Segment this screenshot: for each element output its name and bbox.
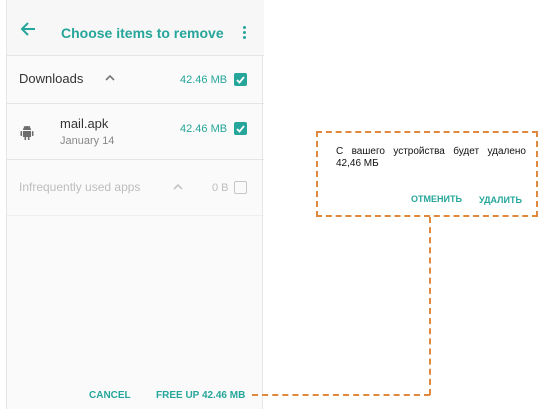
infrequent-apps-group-row[interactable]: Infrequently used apps 0 B	[7, 160, 264, 216]
apk-name: mail.apk	[60, 116, 109, 131]
downloads-checkbox[interactable]	[234, 73, 247, 86]
dialog-message: С вашего устройства будет удалено 42,46 …	[336, 146, 526, 169]
dialog-delete-button[interactable]: УДАЛИТЬ	[479, 195, 522, 205]
more-vert-icon[interactable]	[243, 26, 247, 40]
infrequent-size: 0 B	[212, 182, 229, 194]
infrequent-label: Infrequently used apps	[19, 180, 141, 194]
phone-screen: Choose items to remove Downloads 42.46 M…	[6, 0, 264, 409]
page-title: Choose items to remove	[61, 25, 224, 41]
dialog-cancel-button[interactable]: ОТМЕНИТЬ	[411, 194, 462, 204]
app-bar: Choose items to remove	[7, 0, 264, 56]
callout-leader-horizontal	[252, 394, 430, 396]
apk-date: January 14	[60, 135, 115, 147]
callout-leader-vertical	[429, 217, 431, 395]
downloads-label: Downloads	[19, 71, 84, 86]
arrow-left-icon[interactable]	[20, 22, 36, 36]
android-icon	[20, 125, 34, 140]
cancel-button[interactable]: CANCEL	[89, 390, 131, 401]
chevron-up-icon[interactable]	[173, 183, 183, 191]
downloads-size: 42.46 MB	[180, 74, 228, 86]
infrequent-checkbox[interactable]	[234, 181, 247, 194]
bottom-action-bar: CANCEL FREE UP 42.46 MB	[7, 382, 264, 409]
translation-dialog-callout: С вашего устройства будет удалено 42,46 …	[316, 131, 538, 217]
apk-checkbox[interactable]	[234, 122, 247, 135]
downloads-group-row[interactable]: Downloads 42.46 MB	[7, 56, 264, 104]
chevron-up-icon[interactable]	[105, 74, 115, 82]
list-item[interactable]: mail.apk January 14 42.46 MB	[7, 104, 264, 160]
apk-size: 42.46 MB	[180, 123, 228, 135]
free-up-button[interactable]: FREE UP 42.46 MB	[156, 390, 245, 401]
